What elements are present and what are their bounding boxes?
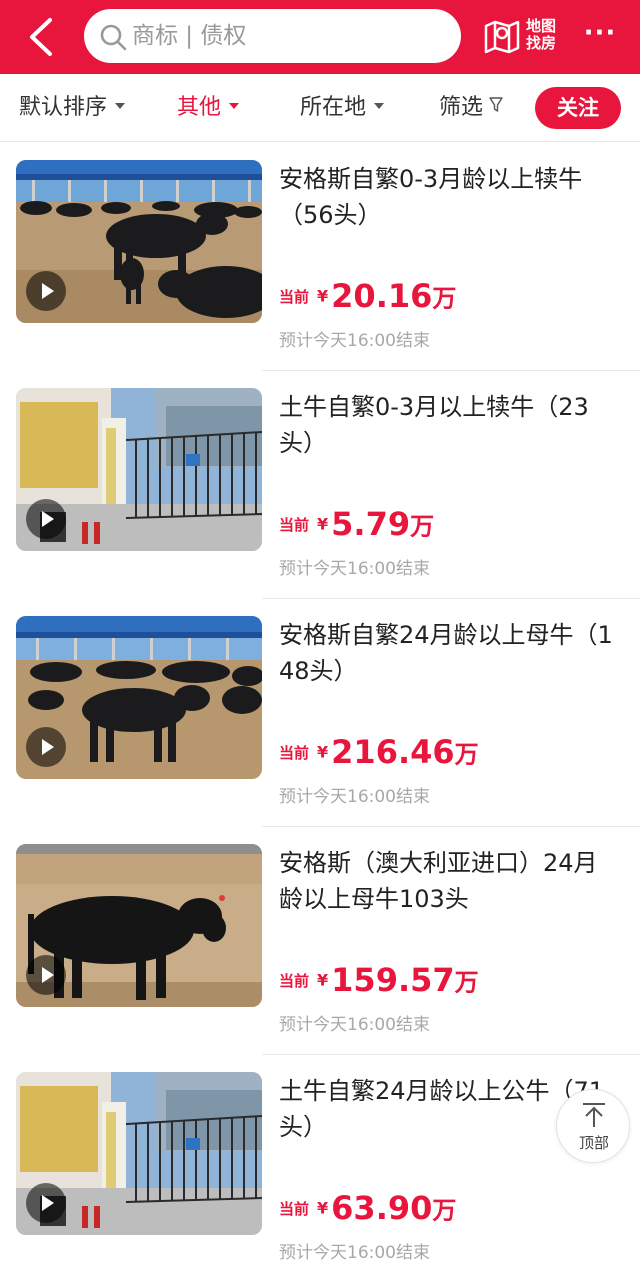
other-dropdown[interactable]: 其他 xyxy=(177,93,240,123)
price-value: 216.46 xyxy=(331,733,455,771)
back-to-top-label: 顶部 xyxy=(578,1134,609,1152)
map-label-line2: 找房 xyxy=(526,34,557,52)
price-value: 63.90 xyxy=(331,1189,433,1227)
sort-label: 默认排序 xyxy=(19,95,108,120)
play-icon[interactable] xyxy=(26,499,66,539)
listing-thumbnail[interactable] xyxy=(16,388,262,551)
play-icon[interactable] xyxy=(26,955,66,995)
location-dropdown[interactable]: 所在地 xyxy=(300,93,385,123)
screen-filter-button[interactable]: 筛选 xyxy=(439,93,503,123)
currency-symbol: ¥ xyxy=(317,742,329,762)
listing-title: 安格斯自繁24月龄以上母牛（148头） xyxy=(279,621,613,685)
price-prefix: 当前 xyxy=(279,515,310,534)
back-to-top-button[interactable]: 顶部 xyxy=(556,1089,630,1163)
listing-title: 安格斯（澳大利亚进口）24月龄以上母牛103头 xyxy=(279,849,598,913)
price-value: 5.79 xyxy=(331,505,411,543)
list-item[interactable]: 安格斯自繁24月龄以上母牛（148头） 当前 ¥216.46万 预计今天16:00… xyxy=(0,599,640,827)
map-label: 地图 找房 xyxy=(526,18,560,52)
price-prefix: 当前 xyxy=(279,971,310,990)
chevron-left-icon xyxy=(30,18,52,56)
screen-label: 筛选 xyxy=(439,95,484,120)
arrow-up-icon xyxy=(583,1103,605,1127)
list-item[interactable]: 安格斯（澳大利亚进口）24月龄以上母牛103头 当前 ¥159.57万 预计今天1… xyxy=(0,827,640,1055)
location-label: 所在地 xyxy=(300,95,367,120)
listing-thumbnail[interactable] xyxy=(16,844,262,1007)
price-prefix: 当前 xyxy=(279,743,310,762)
price-prefix: 当前 xyxy=(279,287,310,306)
price-row: 当前 ¥5.79万 xyxy=(279,505,434,549)
price-row: 当前 ¥63.90万 xyxy=(279,1189,456,1233)
funnel-icon xyxy=(489,97,503,112)
listing-title: 土牛自繁0-3月以上犊牛（23头） xyxy=(279,393,589,457)
search-input[interactable]: 商标 | 债权 xyxy=(84,9,461,63)
currency-symbol: ¥ xyxy=(317,286,329,306)
more-icon: ··· xyxy=(583,18,617,48)
play-icon[interactable] xyxy=(26,727,66,767)
header-bar: 商标 | 债权 地图 找房 ··· xyxy=(0,0,640,74)
price-unit: 万 xyxy=(410,512,435,541)
currency-symbol: ¥ xyxy=(317,1198,329,1218)
price-row: 当前 ¥159.57万 xyxy=(279,961,479,1005)
follow-button[interactable]: 关注 xyxy=(535,87,621,129)
back-button[interactable] xyxy=(22,14,62,60)
listing-thumbnail[interactable] xyxy=(16,616,262,779)
list-item[interactable]: 安格斯自繁0-3月龄以上犊牛（56头） 当前 ¥20.16万 预计今天16:00结… xyxy=(0,143,640,371)
price-unit: 万 xyxy=(432,284,457,313)
price-row: 当前 ¥216.46万 xyxy=(279,733,479,777)
currency-symbol: ¥ xyxy=(317,514,329,534)
price-unit: 万 xyxy=(454,740,479,769)
map-search-button[interactable]: 地图 找房 xyxy=(482,14,562,58)
price-unit: 万 xyxy=(454,968,479,997)
currency-symbol: ¥ xyxy=(317,970,329,990)
price-row: 当前 ¥20.16万 xyxy=(279,277,456,321)
sort-dropdown[interactable]: 默认排序 xyxy=(19,93,126,123)
end-time: 预计今天16:00结束 xyxy=(279,1015,430,1035)
play-icon[interactable] xyxy=(26,1183,66,1223)
map-icon xyxy=(484,20,520,54)
price-prefix: 当前 xyxy=(279,1199,310,1218)
map-label-line1: 地图 xyxy=(526,17,557,35)
listing-thumbnail[interactable] xyxy=(16,160,262,323)
list-item[interactable]: 土牛自繁24月龄以上公牛（71头） 当前 ¥63.90万 预计今天16:00结束 xyxy=(0,1055,640,1281)
end-time: 预计今天16:00结束 xyxy=(279,787,430,807)
end-time: 预计今天16:00结束 xyxy=(279,331,430,351)
list-item[interactable]: 土牛自繁0-3月以上犊牛（23头） 当前 ¥5.79万 预计今天16:00结束 xyxy=(0,371,640,599)
end-time: 预计今天16:00结束 xyxy=(279,1243,430,1263)
more-options-button[interactable]: ··· xyxy=(580,20,620,50)
listing-title: 安格斯自繁0-3月龄以上犊牛（56头） xyxy=(279,165,583,229)
caret-down-icon xyxy=(374,103,385,109)
play-icon[interactable] xyxy=(26,271,66,311)
search-placeholder: 商标 | 债权 xyxy=(132,23,247,49)
caret-down-icon xyxy=(115,103,126,109)
price-unit: 万 xyxy=(432,1196,457,1225)
caret-down-icon xyxy=(229,103,240,109)
listing-thumbnail[interactable] xyxy=(16,1072,262,1235)
search-icon xyxy=(100,24,127,51)
price-value: 20.16 xyxy=(331,277,433,315)
end-time: 预计今天16:00结束 xyxy=(279,559,430,579)
filter-bar: 默认排序 其他 所在地 筛选 关注 xyxy=(0,74,640,142)
other-label: 其他 xyxy=(177,95,222,120)
price-value: 159.57 xyxy=(331,961,455,999)
